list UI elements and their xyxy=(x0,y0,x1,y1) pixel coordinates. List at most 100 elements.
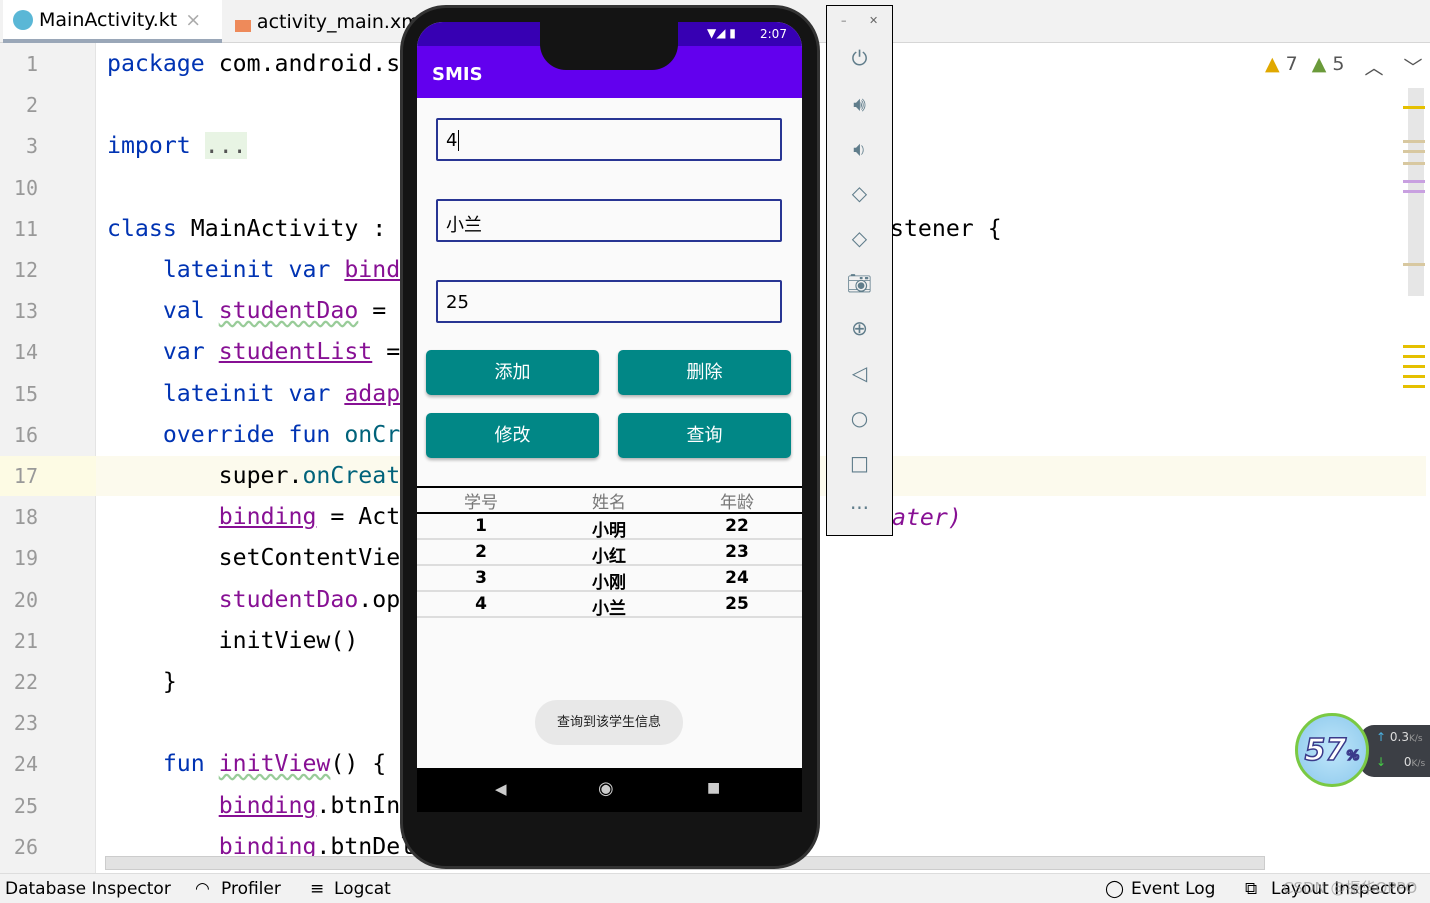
volume-down-icon[interactable]: 🔉︎ xyxy=(827,137,892,161)
line-number: 18 xyxy=(13,505,38,530)
minimize-icon[interactable]: – xyxy=(841,14,847,27)
student-name-input[interactable]: 小兰 xyxy=(436,199,782,242)
cell-age: 23 xyxy=(725,542,749,562)
upload-speed: 0.3 xyxy=(1389,730,1409,744)
event-log-button[interactable]: Event Log xyxy=(1131,879,1215,899)
header-age: 年龄 xyxy=(720,493,754,513)
weak-warning-count: 5 xyxy=(1332,53,1345,75)
tab-activity-main[interactable]: activity_main.xml xyxy=(225,0,425,43)
close-icon[interactable]: × xyxy=(185,9,201,31)
code-token: studentList xyxy=(218,338,373,366)
weak-warning-icon: ▲ xyxy=(1311,53,1327,75)
code-token: MainActivity : xyxy=(176,214,387,242)
profiler-icon: ◠ xyxy=(195,879,210,899)
cell-name: 小刚 xyxy=(592,573,626,593)
table-header: 学号 姓名 年龄 xyxy=(417,486,802,514)
close-icon[interactable]: ✕ xyxy=(869,14,878,27)
code-token: override fun xyxy=(107,420,331,448)
bottom-tool-bar: Database Inspector ◠ Profiler ≡ Logcat ◯… xyxy=(0,873,1430,903)
inspection-widget[interactable]: ▲ 7 ▲ 5 ︿ ﹀ xyxy=(1265,53,1422,80)
table-row[interactable]: 3 小刚 24 xyxy=(417,566,802,593)
delete-button[interactable]: 删除 xyxy=(618,350,791,395)
more-icon[interactable]: ··· xyxy=(827,496,892,520)
update-button[interactable]: 修改 xyxy=(426,413,599,458)
error-stripe-mark xyxy=(1403,106,1425,109)
memory-ball[interactable]: 57% xyxy=(1295,713,1369,787)
signal-icon: ▼◢ ▮ xyxy=(707,26,736,40)
code-token: = xyxy=(358,297,387,325)
profiler-button[interactable]: Profiler xyxy=(221,879,281,899)
power-icon[interactable]: ⏻ xyxy=(827,46,892,70)
code-token: initView xyxy=(218,750,331,778)
code-token: ... xyxy=(204,132,247,160)
zoom-icon[interactable]: ⊕ xyxy=(827,316,892,340)
rotate-left-icon[interactable]: ◇ xyxy=(827,181,892,205)
code-line: binding = Act xyxy=(107,502,401,532)
home-icon[interactable]: ○ xyxy=(827,406,892,430)
nav-recents-icon[interactable]: ■ xyxy=(707,780,720,796)
code-fragment: ater) xyxy=(892,504,962,531)
camera-icon[interactable]: 📷︎ xyxy=(827,271,892,295)
cell-name: 小明 xyxy=(592,521,626,541)
overview-icon[interactable]: □ xyxy=(827,451,892,475)
code-line: } xyxy=(107,667,177,697)
database-inspector-button[interactable]: Database Inspector xyxy=(5,879,171,899)
code-fragment: stener { xyxy=(890,215,1002,242)
event-log-icon: ◯ xyxy=(1105,879,1125,899)
download-speed: 0 xyxy=(1403,755,1412,769)
back-icon[interactable]: ◁ xyxy=(827,361,892,385)
table-row[interactable]: 1 小明 22 xyxy=(417,514,802,541)
code-token: val xyxy=(107,297,205,325)
code-token: com.android.s xyxy=(204,50,401,77)
code-token: = Act xyxy=(316,503,401,531)
line-number: 24 xyxy=(13,752,38,777)
code-line: studentDao.op xyxy=(107,585,401,615)
nav-back-icon[interactable]: ◀ xyxy=(495,780,507,798)
volume-up-icon[interactable]: 🔊︎ xyxy=(827,92,892,116)
next-highlight-icon[interactable]: ﹀ xyxy=(1403,53,1422,80)
table-row[interactable]: 2 小红 23 xyxy=(417,540,802,567)
previous-highlight-icon[interactable]: ︿ xyxy=(1364,53,1383,80)
line-number: 17 xyxy=(13,464,38,488)
cell-age: 24 xyxy=(725,568,749,588)
error-stripe-mark xyxy=(1403,162,1425,165)
header-name: 姓名 xyxy=(592,493,626,513)
app-title: SMIS xyxy=(432,64,483,85)
code-line: package com.android.s xyxy=(107,49,400,79)
logcat-button[interactable]: Logcat xyxy=(334,879,391,899)
code-token: var xyxy=(107,338,205,366)
code-token: .btnIn xyxy=(316,791,401,819)
code-token: = xyxy=(372,338,401,366)
query-button[interactable]: 查询 xyxy=(618,413,791,458)
code-token: bind xyxy=(344,256,401,283)
rotate-right-icon[interactable]: ◇ xyxy=(827,226,892,250)
cell-id: 1 xyxy=(475,516,487,536)
cell-name: 小兰 xyxy=(592,599,626,619)
error-stripe-mark xyxy=(1403,345,1425,391)
network-speed-widget[interactable]: ↑ 0.3K/s ↓ 0K/s xyxy=(1360,725,1430,777)
code-line: override fun onCr xyxy=(107,420,400,450)
line-number: 25 xyxy=(13,793,38,818)
table-row[interactable]: 4 小兰 25 xyxy=(417,592,802,619)
toast-message: 查询到该学生信息 xyxy=(535,700,683,745)
download-icon: ↓ xyxy=(1376,755,1387,769)
line-number: 20 xyxy=(13,587,38,612)
student-age-input[interactable]: 25 xyxy=(436,280,782,323)
error-stripe-mark xyxy=(1403,180,1425,183)
student-id-input[interactable]: 4 xyxy=(436,118,782,161)
code-line: val studentDao = xyxy=(107,296,386,326)
error-stripe-mark xyxy=(1403,140,1425,143)
line-number: 21 xyxy=(13,628,38,653)
tab-mainactivity[interactable]: MainActivity.kt × xyxy=(3,0,222,43)
code-line: binding.btnIn xyxy=(107,791,401,821)
code-token: . xyxy=(288,462,303,489)
add-button[interactable]: 添加 xyxy=(426,350,599,395)
code-token: class xyxy=(107,214,177,242)
nav-home-icon[interactable]: ◉ xyxy=(598,778,614,799)
line-number: 10 xyxy=(13,175,38,200)
